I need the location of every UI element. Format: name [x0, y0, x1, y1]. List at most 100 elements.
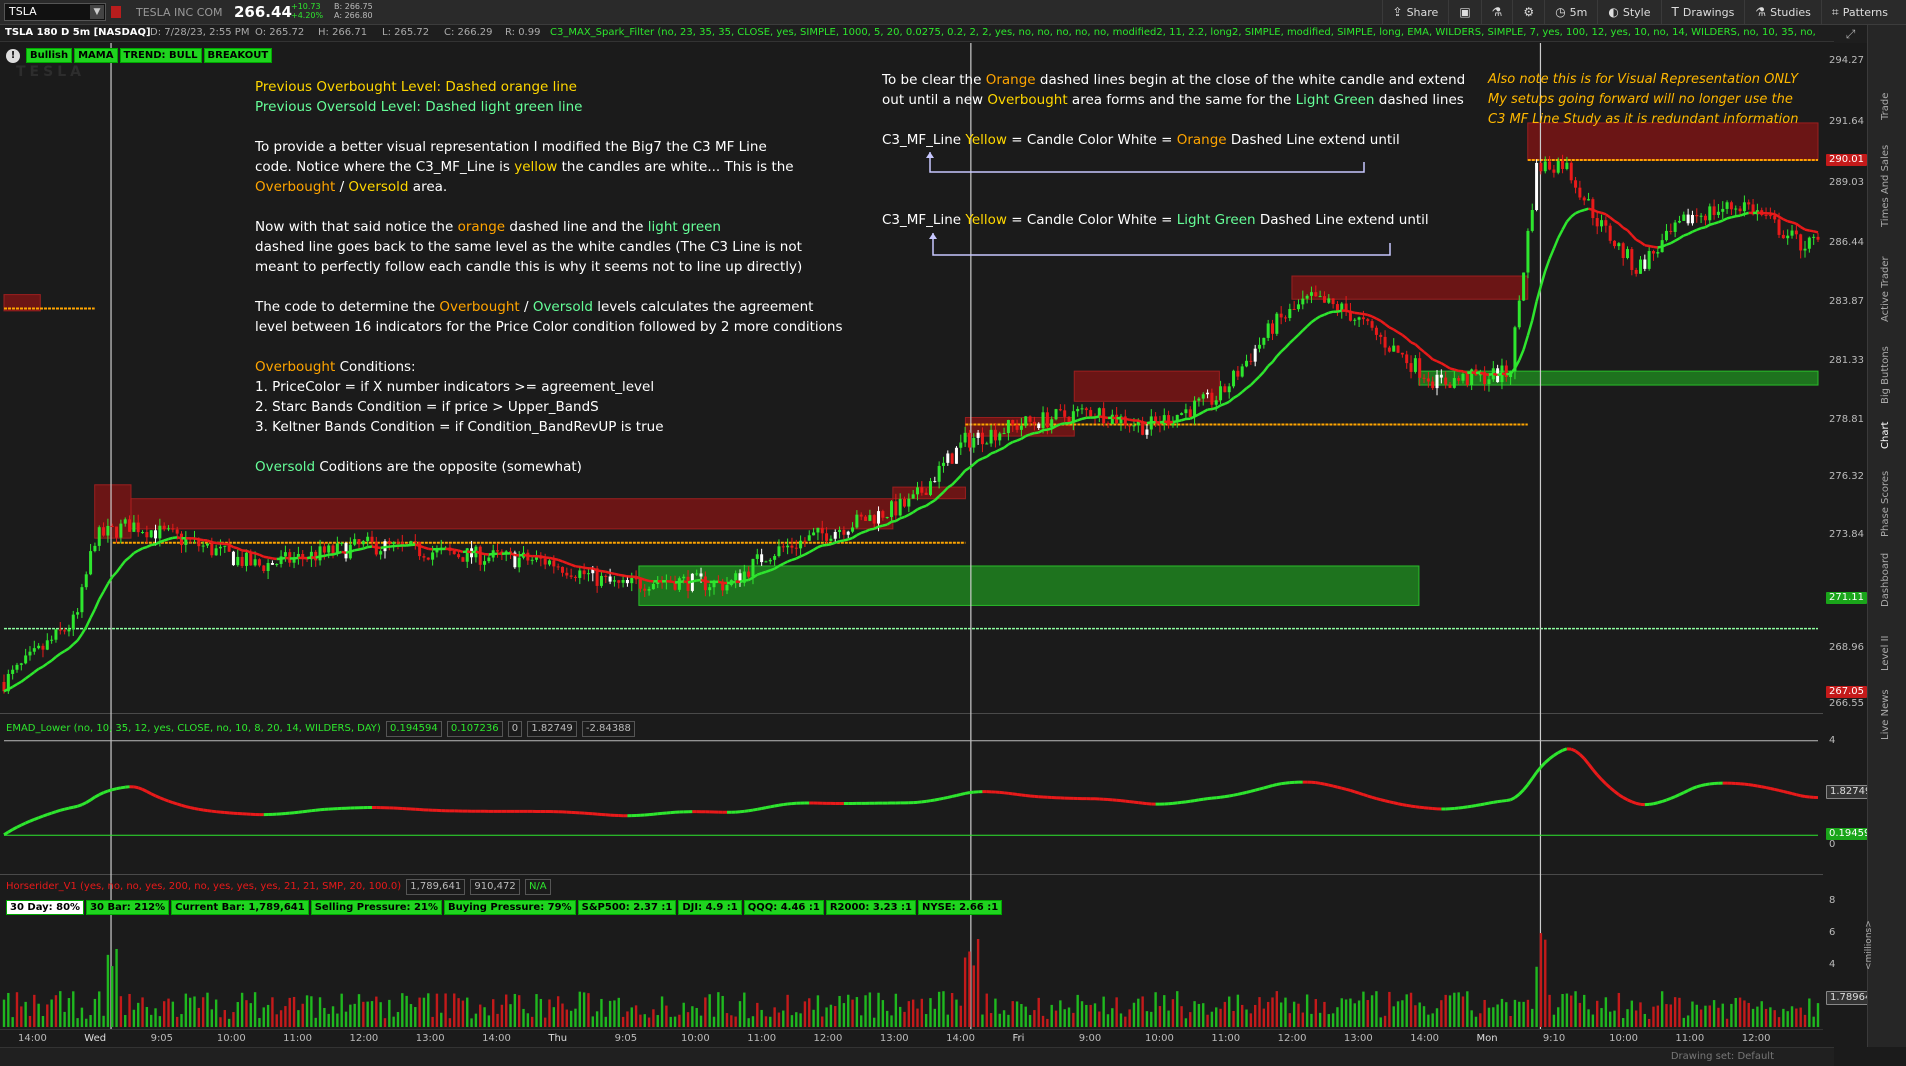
candle-body	[231, 551, 235, 566]
emad-line-segment	[1631, 800, 1637, 805]
c3-mf-line-segment	[345, 550, 351, 554]
volume-bar	[275, 1014, 278, 1027]
emad-line-segment	[141, 788, 148, 793]
c3-mf-line-segment	[540, 555, 546, 559]
emad-study-label[interactable]: EMAD_Lower (no, 10, 35, 12, yes, CLOSE, …	[6, 721, 635, 737]
candle-body	[1054, 409, 1058, 420]
emad-line-segment	[1700, 783, 1706, 788]
rail-tab-level-ii[interactable]: Level II	[1880, 635, 1891, 670]
c3-mf-line-segment	[233, 545, 239, 550]
volume-bar	[517, 995, 521, 1027]
candle-body	[1686, 214, 1690, 224]
volume-bar	[1388, 991, 1391, 1027]
c3-mf-line-segment	[1601, 211, 1607, 216]
emad-line-segment	[1609, 786, 1616, 793]
rail-tab-dashboard[interactable]: Dashboard	[1880, 553, 1891, 607]
rail-tab-trade[interactable]: Trade	[1880, 93, 1891, 120]
volume-bar	[630, 1007, 633, 1027]
rail-tab-big-buttons[interactable]: Big Buttons	[1880, 346, 1891, 404]
volume-bar	[1565, 993, 1569, 1027]
c3-mf-line-segment	[687, 580, 693, 584]
toolbar-patterns-button[interactable]: ⌗ Patterns	[1820, 0, 1898, 24]
horserider-badge: S&P500: 2.37 :1	[577, 900, 677, 915]
anno-line: meant to perfectly follow each candle th…	[255, 259, 803, 275]
time-axis[interactable]: 14:00 Wed 9:05 10:00 11:00 12:00 13:00 14:00 Thu…	[0, 1029, 1823, 1047]
c3-mf-line-segment	[1228, 397, 1235, 403]
volume-bar	[513, 993, 517, 1027]
emad-line-segment	[770, 804, 775, 809]
candle-body	[1574, 180, 1578, 188]
rail-tab-active-trader[interactable]: Active Trader	[1880, 256, 1891, 322]
c3-mf-line-segment	[1055, 423, 1061, 428]
emad-line-segment	[1800, 794, 1806, 798]
expand-icon[interactable]: ⤢	[1834, 25, 1867, 43]
c3-mf-line-segment	[756, 572, 763, 576]
candle-body	[915, 487, 919, 495]
candle-body	[63, 630, 67, 632]
volume-bar	[526, 1013, 530, 1027]
c3-mf-line-segment	[176, 536, 182, 540]
volume-bar	[838, 995, 841, 1027]
horserider-study-label[interactable]: Horserider_V1 (yes, no, no, yes, 200, no…	[6, 879, 551, 895]
c3-mf-line-segment	[1323, 311, 1330, 316]
rail-tab-chart[interactable]: Chart	[1880, 421, 1891, 448]
volume-bar	[305, 995, 309, 1027]
candle-body	[353, 539, 357, 545]
rail-tab-times-and-sales[interactable]: Times And Sales	[1880, 145, 1891, 227]
volume-bar	[1522, 1001, 1525, 1027]
candle-body	[1578, 187, 1582, 198]
rail-tab-live-news[interactable]: Live News	[1880, 690, 1891, 741]
candle-body	[825, 533, 829, 541]
candle-body	[1084, 408, 1088, 411]
c3-mf-line-segment	[1337, 309, 1343, 313]
emad-line-segment	[194, 807, 200, 811]
volume-axis[interactable]: 8 6 4 2 1.78964	[1823, 876, 1876, 1029]
c3-mf-line-segment	[467, 550, 472, 554]
volume-bar	[747, 1018, 750, 1027]
annotation-rule-green: C3_MF_Line Yellow = Candle Color White =…	[882, 212, 1429, 228]
rail-tab-phase-scores[interactable]: Phase Scores	[1880, 471, 1891, 537]
candle-body	[1526, 230, 1530, 273]
volume-bar	[1665, 1004, 1668, 1027]
candle-body	[820, 527, 824, 534]
price-axis[interactable]: 294.27 291.64 289.03 286.44 283.87 281.33 278.…	[1823, 43, 1867, 714]
emad-line-segment	[7, 828, 14, 834]
volume-bar	[1647, 1018, 1651, 1027]
volume-bar	[626, 1011, 629, 1027]
volume-bar	[1197, 1003, 1201, 1027]
volume-bar	[1678, 997, 1681, 1027]
c3-mf-line-segment	[1215, 404, 1222, 410]
emad-axis[interactable]: 4 0 1.82749 0.19459	[1823, 715, 1876, 875]
drawing-set-label[interactable]: Drawing set: Default	[1671, 1051, 1774, 1062]
candle-body	[262, 565, 266, 571]
c3-mf-line-segment	[1613, 219, 1620, 225]
c3-mf-line-segment	[1224, 400, 1230, 405]
anno-line: C3 MF Line Study as it is redundant info…	[1488, 112, 1799, 127]
emad-line-segment	[1185, 799, 1191, 804]
emad-line-segment	[1557, 749, 1564, 754]
emad-line-segment	[1578, 753, 1586, 760]
annotation-middle: To be clear the Orange dashed lines begi…	[882, 70, 1465, 110]
volume-bar	[1349, 998, 1352, 1027]
volume-bar	[414, 1007, 417, 1027]
volume-bar	[916, 1008, 919, 1027]
candle-body	[907, 498, 911, 507]
time-tick: 14:00	[18, 1033, 47, 1044]
volume-bar	[1015, 1001, 1019, 1027]
emad-line-segment	[1518, 788, 1525, 796]
volume-bar	[1812, 1016, 1815, 1027]
c3-mf-line-segment	[111, 571, 118, 578]
volume-bar	[1046, 1018, 1049, 1027]
volume-bar	[1189, 1012, 1192, 1027]
c3-mf-line-segment	[1176, 419, 1182, 423]
c3-mf-line-segment	[1670, 239, 1676, 245]
volume-bar	[1158, 1006, 1162, 1027]
time-tick: 13:00	[415, 1033, 445, 1044]
anno-line: Overbought / Oversold area.	[255, 179, 448, 195]
time-tick: 13:00	[1343, 1033, 1373, 1044]
alert-icon[interactable]: !	[6, 48, 20, 63]
c3-mf-line-segment	[1809, 229, 1814, 233]
volume-bar	[206, 992, 209, 1027]
volume-bar	[604, 1016, 607, 1027]
candle-body	[898, 498, 902, 516]
